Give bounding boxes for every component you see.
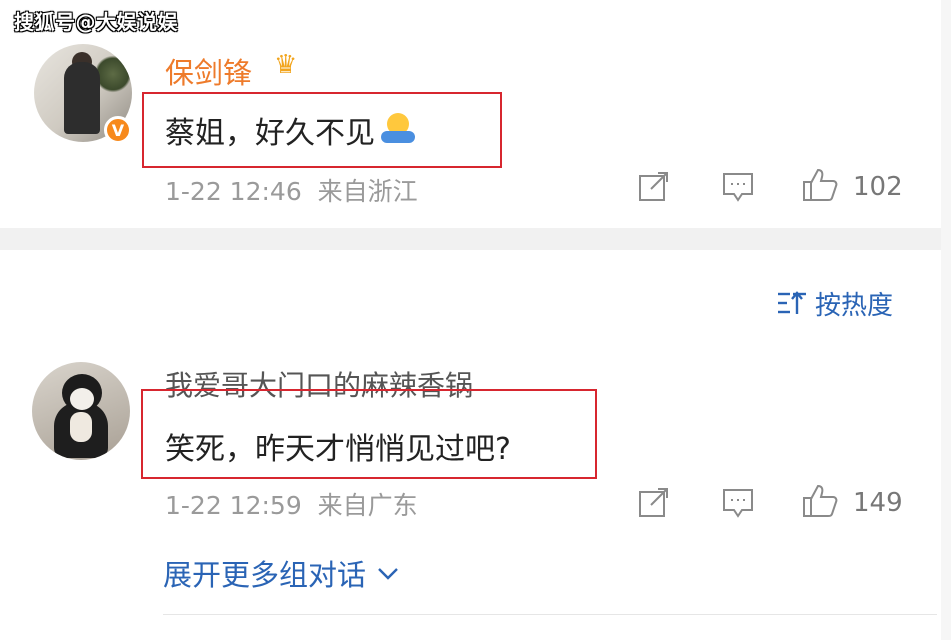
highlight-box [141, 389, 597, 479]
verified-badge-icon: V [104, 116, 132, 144]
sohu-watermark: 搜狐号@大娱说娱 [14, 10, 178, 34]
share-button[interactable] [638, 172, 670, 206]
sort-label: 按热度 [815, 290, 894, 321]
highlight-box [142, 92, 502, 168]
reply-button[interactable] [722, 488, 754, 522]
crown-icon: ♛ [274, 50, 298, 80]
chevron-down-icon [378, 568, 398, 580]
share-button[interactable] [638, 488, 670, 522]
comment-location: 来自广东 [317, 491, 418, 520]
thumbs-up-icon [803, 484, 838, 517]
like-count: 149 [853, 488, 903, 518]
comment-meta: 1-22 12:46 来自浙江 [165, 172, 418, 208]
share-icon [639, 172, 668, 201]
sort-icon [778, 291, 806, 314]
comment-username[interactable]: 保剑锋 [165, 50, 252, 92]
like-button[interactable] [802, 168, 838, 206]
like-count: 102 [853, 172, 903, 202]
like-button[interactable] [802, 484, 838, 522]
section-separator [0, 228, 951, 250]
expand-label: 展开更多组对话 [163, 558, 367, 592]
comment-time: 1-22 12:46 [165, 177, 302, 206]
thumbs-up-icon [803, 168, 838, 201]
comment-location: 来自浙江 [317, 177, 418, 206]
expand-replies-link[interactable]: 展开更多组对话 [163, 552, 400, 594]
comment-icon [723, 489, 753, 518]
comment-time: 1-22 12:59 [165, 491, 302, 520]
scroll-edge [941, 0, 951, 640]
reply-button[interactable] [722, 172, 754, 206]
comment-meta: 1-22 12:59 来自广东 [165, 486, 418, 522]
share-icon [639, 488, 668, 517]
sort-by-hot-button[interactable]: 按热度 [777, 286, 894, 321]
avatar[interactable] [32, 362, 130, 460]
divider [163, 614, 937, 615]
comment-icon [723, 173, 753, 202]
